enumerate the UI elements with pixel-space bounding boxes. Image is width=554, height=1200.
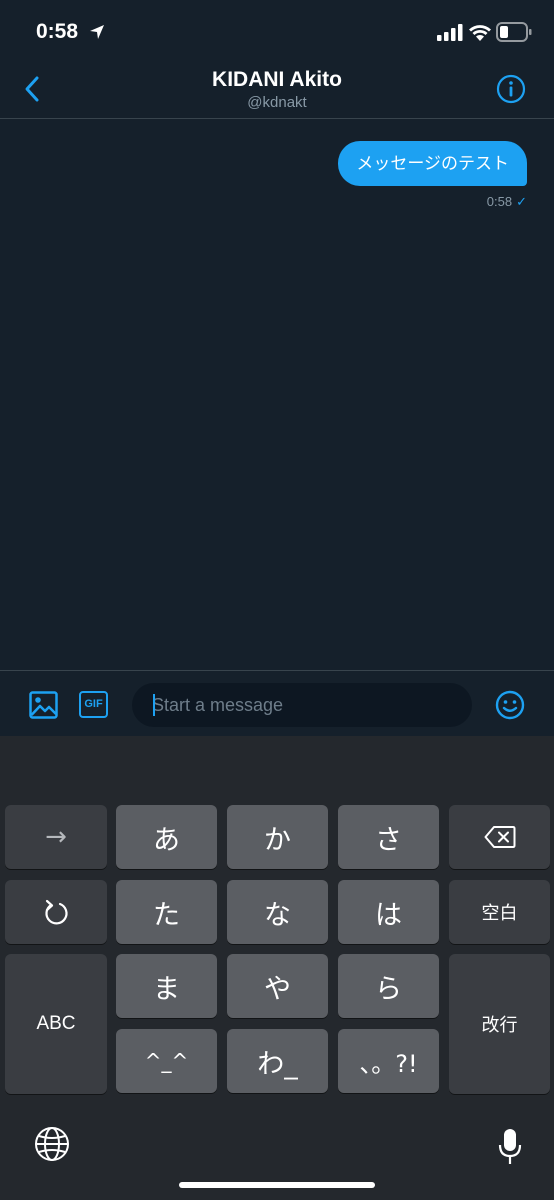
undo-icon — [45, 899, 68, 925]
key-ka[interactable]: か — [227, 805, 328, 869]
emoji-icon[interactable] — [495, 690, 525, 720]
microphone-icon[interactable] — [497, 1128, 523, 1166]
key-ya[interactable]: や — [227, 954, 328, 1018]
key-ha[interactable]: は — [338, 880, 439, 944]
page-title: KIDANI Akito — [212, 68, 342, 91]
key-return[interactable]: 改行 — [449, 954, 550, 1094]
user-handle: @kdnakt — [247, 94, 307, 111]
signal-icon — [437, 24, 463, 41]
info-icon[interactable] — [496, 74, 526, 104]
home-indicator[interactable] — [179, 1182, 375, 1188]
key-backspace[interactable] — [449, 805, 550, 869]
battery-icon — [496, 22, 532, 42]
image-icon[interactable] — [29, 691, 58, 719]
key-sa[interactable]: さ — [338, 805, 439, 869]
text-caret — [153, 694, 155, 716]
key-ta[interactable]: た — [116, 880, 217, 944]
key-punctuation[interactable]: 、。?! — [338, 1029, 439, 1093]
backspace-icon — [484, 826, 515, 848]
message-meta: 0:58 ✓ — [487, 194, 527, 210]
location-arrow-icon — [90, 25, 104, 39]
message-bubble[interactable]: メッセージのテスト — [338, 141, 527, 186]
sent-check-icon: ✓ — [516, 194, 527, 209]
message-list[interactable]: メッセージのテスト 0:58 ✓ — [0, 120, 554, 670]
key-na[interactable]: な — [227, 880, 328, 944]
wifi-icon — [469, 25, 491, 41]
key-abc[interactable]: ABC — [5, 954, 107, 1094]
key-space[interactable]: 空白 — [449, 880, 550, 944]
message-input-container[interactable] — [132, 683, 472, 727]
gif-button[interactable]: GIF — [79, 691, 108, 718]
key-a[interactable]: あ — [116, 805, 217, 869]
conversation-header: KIDANI Akito @kdnakt — [0, 60, 554, 119]
key-wa[interactable]: わ_ — [227, 1029, 328, 1093]
message-composer: GIF — [0, 670, 554, 736]
key-arrow-right[interactable]: → — [5, 805, 107, 869]
status-bar: 0:58 — [0, 0, 554, 60]
key-emoticon[interactable]: ^_^ — [116, 1029, 217, 1093]
key-undo[interactable] — [5, 880, 107, 944]
message-input[interactable] — [152, 683, 462, 727]
message-time: 0:58 — [486, 194, 513, 209]
globe-icon[interactable] — [34, 1126, 70, 1162]
key-ra[interactable]: ら — [338, 954, 439, 1018]
key-ma[interactable]: ま — [116, 954, 217, 1018]
status-time: 0:58 — [36, 20, 79, 43]
